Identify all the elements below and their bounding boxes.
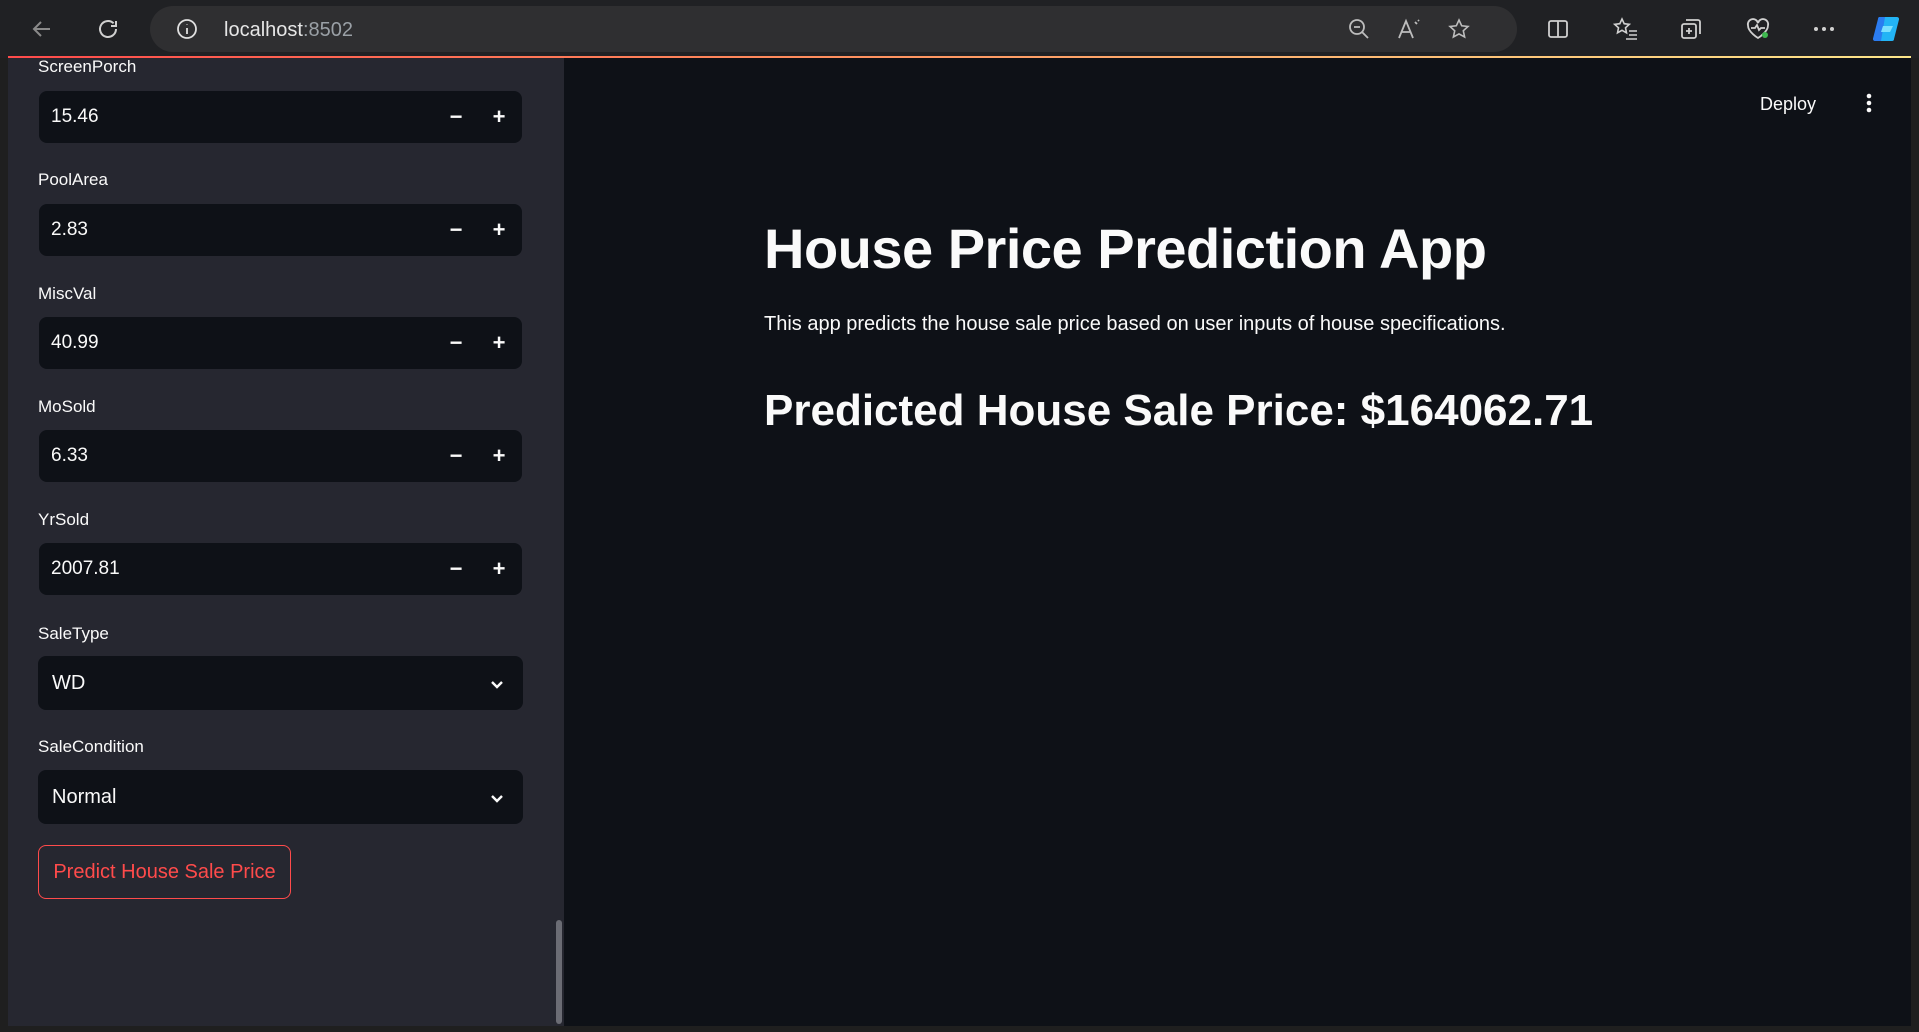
mosold-input[interactable]: 6.33 − +	[39, 430, 522, 482]
poolarea-input[interactable]: 2.83 − +	[39, 204, 522, 256]
yrsold-label: YrSold	[38, 510, 90, 529]
miscval-value[interactable]: 40.99	[51, 332, 99, 354]
favorites-icon[interactable]	[1609, 12, 1643, 46]
deploy-button[interactable]: Deploy	[1760, 94, 1816, 115]
window-bottom-edge	[0, 1026, 1919, 1032]
poolarea-value[interactable]: 2.83	[51, 219, 88, 241]
screenporch-decrement-button[interactable]: −	[438, 99, 474, 135]
main-menu-icon[interactable]	[1858, 90, 1880, 116]
screenporch-label: ScreenPorch	[38, 58, 137, 76]
mosold-value[interactable]: 6.33	[51, 445, 88, 467]
salecondition-value: Normal	[52, 786, 117, 808]
yrsold-value[interactable]: 2007.81	[51, 558, 120, 580]
url-host: localhost	[224, 19, 303, 41]
copilot-icon[interactable]	[1870, 12, 1904, 46]
saletype-select[interactable]: WD	[38, 656, 523, 710]
screenporch-value[interactable]: 15.46	[51, 106, 99, 128]
yrsold-increment-button[interactable]: +	[481, 551, 517, 587]
poolarea-decrement-button[interactable]: −	[438, 212, 474, 248]
page-title: House Price Prediction App	[764, 217, 1487, 280]
salecondition-label: SaleCondition	[38, 737, 144, 756]
page-description: This app predicts the house sale price b…	[764, 313, 1506, 335]
poolarea-label: PoolArea	[38, 170, 108, 189]
saletype-value: WD	[52, 672, 86, 694]
read-aloud-icon[interactable]	[1396, 16, 1422, 42]
chevron-down-icon[interactable]	[487, 674, 507, 694]
more-menu-icon[interactable]	[1807, 12, 1841, 46]
browser-essentials-icon[interactable]	[1741, 12, 1775, 46]
site-info-icon[interactable]	[176, 18, 198, 40]
browser-toolbar: localhost:8502	[0, 0, 1919, 58]
app-container: ScreenPorch 15.46 − + PoolArea 2.83 − + …	[8, 58, 1911, 1026]
screenporch-input[interactable]: 15.46 − +	[39, 91, 522, 143]
url-text[interactable]: localhost:8502	[224, 19, 353, 42]
miscval-increment-button[interactable]: +	[481, 325, 517, 361]
chevron-down-icon[interactable]	[487, 788, 507, 808]
back-icon[interactable]	[24, 11, 60, 47]
reload-icon[interactable]	[90, 11, 126, 47]
sidebar: ScreenPorch 15.46 − + PoolArea 2.83 − + …	[8, 58, 564, 1026]
miscval-label: MiscVal	[38, 284, 97, 303]
salecondition-select[interactable]: Normal	[38, 770, 523, 824]
address-bar[interactable]: localhost:8502	[150, 6, 1517, 52]
miscval-decrement-button[interactable]: −	[438, 325, 474, 361]
mosold-label: MoSold	[38, 397, 96, 416]
mosold-increment-button[interactable]: +	[481, 438, 517, 474]
mosold-decrement-button[interactable]: −	[438, 438, 474, 474]
poolarea-increment-button[interactable]: +	[481, 212, 517, 248]
collections-icon[interactable]	[1674, 12, 1708, 46]
screenporch-increment-button[interactable]: +	[481, 99, 517, 135]
miscval-input[interactable]: 40.99 − +	[39, 317, 522, 369]
yrsold-decrement-button[interactable]: −	[438, 551, 474, 587]
yrsold-input[interactable]: 2007.81 − +	[39, 543, 522, 595]
sidebar-scrollbar[interactable]	[556, 920, 562, 1024]
url-port: :8502	[302, 19, 353, 41]
saletype-label: SaleType	[38, 624, 109, 643]
prediction-result: Predicted House Sale Price: $164062.71	[764, 386, 1594, 435]
split-screen-icon[interactable]	[1541, 12, 1575, 46]
zoom-out-icon[interactable]	[1346, 16, 1372, 42]
predict-button[interactable]: Predict House Sale Price	[38, 845, 291, 899]
favorite-star-icon[interactable]	[1446, 16, 1472, 42]
